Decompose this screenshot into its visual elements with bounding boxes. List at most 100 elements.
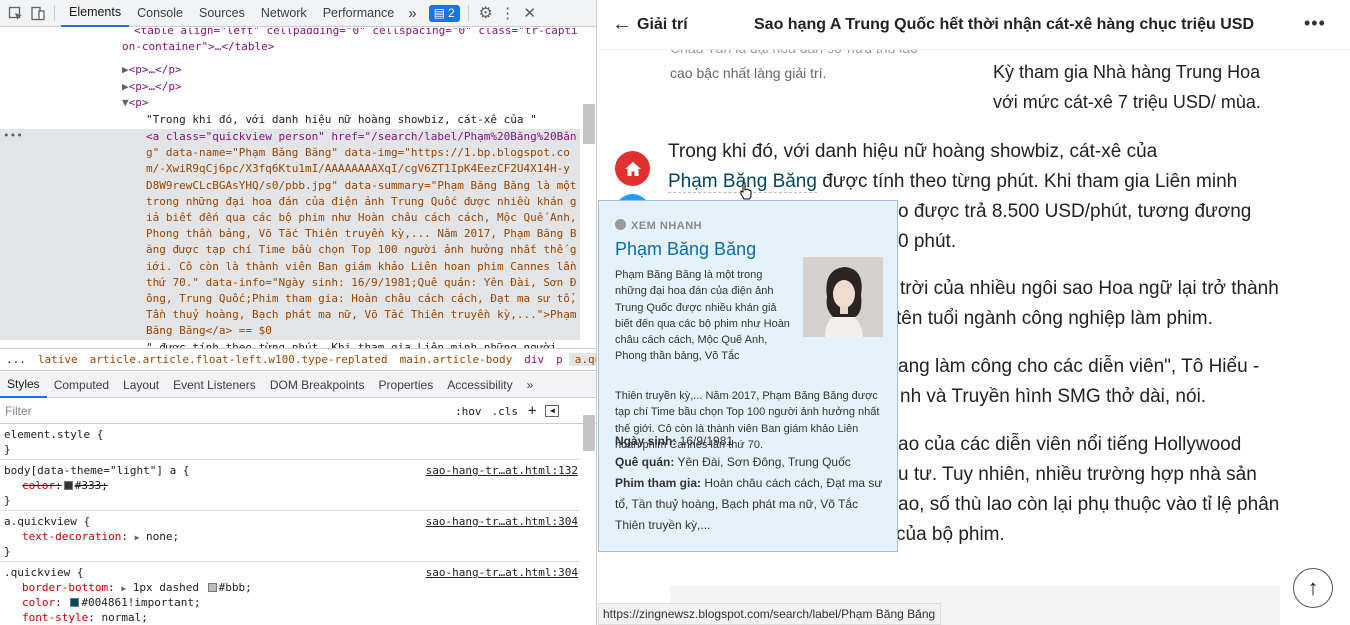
info-label: Phim tham gia:	[615, 476, 702, 490]
close-devtools-icon[interactable]: ✕	[519, 2, 541, 24]
expand-arrow-icon[interactable]: ▶	[122, 63, 129, 76]
hov-toggle[interactable]: :hov	[455, 405, 482, 418]
breadcrumb-item-selected[interactable]: a.quickview.person	[568, 353, 596, 366]
tab-performance[interactable]: Performance	[315, 0, 403, 27]
styles-scrollbar[interactable]	[583, 415, 595, 451]
dom-selected-line[interactable]: ông, Trung Quốc;Phim tham gia: Hoàn châu…	[146, 291, 576, 307]
tab-accessibility[interactable]: Accessibility	[440, 372, 519, 398]
dom-selected-line[interactable]: trong những đại hoa đán của điện ảnh Tru…	[146, 194, 576, 210]
scroll-to-top-button[interactable]: ↑	[1293, 568, 1333, 608]
rule-selector[interactable]: .quickview {	[4, 565, 83, 581]
dom-selected-line[interactable]: m/-XwiR9qCj6pc/X3fq6Ktu1mI/AAAAAAAAXqI/c…	[146, 161, 570, 177]
rule-source-link[interactable]: sao-hang-tr…at.html:304	[426, 514, 578, 530]
tab-properties[interactable]: Properties	[372, 372, 441, 398]
color-swatch[interactable]	[207, 583, 217, 592]
new-rule-plus-icon[interactable]: +	[528, 403, 536, 419]
collapse-arrow-icon[interactable]: ▼	[122, 96, 129, 109]
expand-triangle-icon[interactable]: ▶	[121, 584, 126, 593]
color-swatch[interactable]	[63, 481, 73, 490]
styles-subtabs: Styles Computed Layout Event Listeners D…	[0, 372, 596, 398]
dom-line[interactable]: ▼<p>	[122, 95, 149, 111]
back-arrow-icon[interactable]: ←	[612, 13, 632, 36]
rule-close: }	[4, 494, 11, 507]
tab-layout[interactable]: Layout	[116, 372, 166, 398]
dom-selected-line[interactable]: Băng Băng</a> == $0	[146, 323, 272, 339]
dom-line[interactable]: <table align="left" cellpadding="0" cell…	[134, 28, 578, 39]
dom-text-node[interactable]: " được tính theo từng phút. Khi tham gia…	[146, 340, 557, 348]
dom-selected-line[interactable]: ăng được tạp chí Time bầu chọn Top 100 n…	[146, 242, 576, 258]
breadcrumb-item[interactable]: article.article.float-left.w100.type-rep…	[84, 353, 394, 366]
dom-selected-line[interactable]: g" data-name="Phạm Băng Băng" data-img="…	[146, 145, 570, 161]
property-name: border-bottom	[22, 581, 109, 594]
device-toolbar-icon[interactable]	[26, 2, 48, 24]
color-swatch[interactable]	[70, 598, 80, 607]
style-rule: element.style { }	[0, 425, 580, 460]
tab-elements[interactable]: Elements	[61, 0, 130, 27]
dom-line[interactable]: ▶<p>…</p>	[122, 62, 182, 78]
declaration[interactable]: text-decoration: ▶ none;	[22, 529, 179, 546]
home-button[interactable]	[615, 151, 650, 186]
breadcrumb-item[interactable]: p	[550, 353, 569, 366]
tab-event-listeners[interactable]: Event Listeners	[166, 372, 263, 398]
dom-selected-line[interactable]: Tần thuỷ hoàng, Bạch phát ma nữ, Võ Tắc …	[146, 307, 576, 323]
toggle-sidebar-icon[interactable]: ◀	[545, 405, 560, 417]
category-link[interactable]: Giải trí	[637, 16, 688, 34]
tab-sources[interactable]: Sources	[191, 0, 253, 27]
home-icon	[624, 161, 641, 176]
dom-selected-line[interactable]: <a class="quickview person" href="/searc…	[146, 129, 576, 145]
paragraph-line: Trong khi đó, với danh hiệu nữ hoàng sho…	[668, 141, 1158, 162]
rule-close: }	[4, 443, 11, 456]
quickview-person-name[interactable]: Phạm Băng Băng	[615, 239, 756, 260]
breadcrumb-more[interactable]: ...	[0, 353, 32, 366]
article-header: ← Giải trí Sao hạng A Trung Quốc hết thờ…	[598, 0, 1350, 50]
kebab-menu-icon[interactable]: ⋮	[497, 2, 519, 24]
message-icon: ▤	[433, 6, 445, 20]
expand-arrow-icon[interactable]: ▶	[122, 80, 129, 93]
toolbar-divider	[54, 5, 55, 21]
more-tabs-button[interactable]: »	[402, 0, 422, 27]
elements-scrollbar[interactable]	[583, 104, 595, 144]
dom-selected-line[interactable]: Phong thần bảng, Võ Tắc Thiên truyền kỳ,…	[146, 226, 576, 242]
tab-computed[interactable]: Computed	[47, 372, 116, 398]
dom-text-node[interactable]: "Trong khi đó, với danh hiệu nữ hoàng sh…	[146, 112, 537, 128]
property-value: normal;	[101, 611, 148, 624]
rule-source-link[interactable]: sao-hang-tr…at.html:304	[426, 565, 578, 581]
cls-toggle[interactable]: .cls	[492, 405, 519, 418]
breadcrumb-item[interactable]: div	[518, 353, 550, 366]
rule-source-link[interactable]: sao-hang-tr…at.html:132	[426, 463, 578, 479]
dom-line[interactable]: on-container">…</table>	[122, 39, 274, 55]
inspect-element-icon[interactable]	[4, 2, 26, 24]
styles-filter-input[interactable]	[5, 401, 445, 421]
property-name: color	[22, 596, 56, 609]
rule-selector[interactable]: body[data-theme="light"] a {	[4, 463, 189, 479]
declaration[interactable]: color: #004861!important;	[22, 595, 201, 611]
expand-triangle-icon[interactable]: ▶	[135, 533, 140, 542]
breadcrumb-item[interactable]: main.article-body	[394, 353, 519, 366]
caption-line: cao bậc nhất làng giải trí.	[670, 65, 827, 81]
dom-selected-line[interactable]: D8W9rewCLcBGAsYHQ/s0/pbb.jpg" data-summa…	[146, 178, 576, 194]
dom-selected-line[interactable]: thứ 70." data-info="Ngày sinh: 16/9/1981…	[146, 275, 576, 291]
tab-styles[interactable]: Styles	[0, 372, 47, 398]
issues-badge[interactable]: ▤ 2	[428, 4, 460, 22]
breadcrumb-item[interactable]: lative	[32, 353, 84, 366]
declaration[interactable]: font-style: normal;	[22, 610, 148, 625]
node-more-icon[interactable]: •••	[3, 128, 23, 144]
dom-selected-line[interactable]: iả biết đến qua các bộ phim như Hoàn châ…	[146, 210, 576, 226]
tab-network[interactable]: Network	[253, 0, 315, 27]
article-title: Sao hạng A Trung Quốc hết thời nhận cát-…	[754, 16, 1255, 33]
style-rule: .quickview { sao-hang-tr…at.html:304 bor…	[0, 563, 580, 625]
lightning-icon	[615, 219, 626, 230]
portrait-image	[803, 257, 883, 337]
tab-console[interactable]: Console	[129, 0, 191, 27]
rule-selector[interactable]: element.style {	[4, 427, 103, 443]
rule-selector[interactable]: a.quickview {	[4, 514, 90, 530]
more-options-icon[interactable]: •••	[1304, 13, 1326, 34]
settings-gear-icon[interactable]: ⚙	[475, 2, 497, 24]
more-subtabs-button[interactable]: »	[520, 372, 541, 398]
dom-line[interactable]: ▶<p>…</p>	[122, 79, 182, 95]
style-rule: body[data-theme="light"] a { sao-hang-tr…	[0, 461, 580, 511]
article-page: ← Giải trí Sao hạng A Trung Quốc hết thờ…	[598, 0, 1350, 625]
dom-selected-line[interactable]: iới. Cô còn là thành viên Ban giám khảo …	[146, 259, 576, 275]
overridden-declaration[interactable]: color: #333;	[22, 478, 108, 494]
tab-dom-breakpoints[interactable]: DOM Breakpoints	[263, 372, 372, 398]
